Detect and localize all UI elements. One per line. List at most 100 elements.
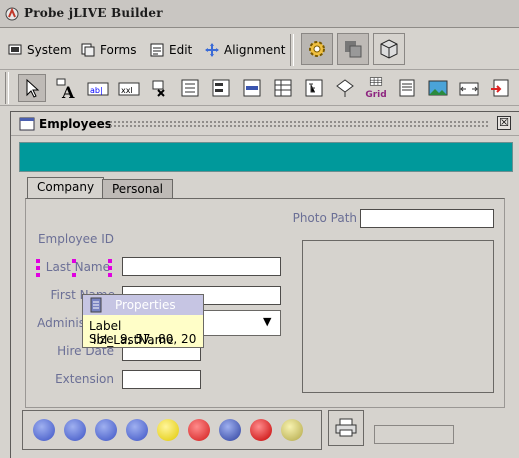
photo-path-field[interactable]: [360, 209, 494, 228]
document-tool[interactable]: [393, 74, 421, 102]
menu-forms[interactable]: Forms: [81, 40, 136, 60]
tooltip-label-key: Label: [89, 319, 122, 333]
table-icon: [274, 79, 292, 97]
selection-handle[interactable]: [36, 259, 40, 263]
svg-text:xxl: xxl: [121, 86, 133, 95]
grid-tool-label: Grid: [365, 89, 387, 100]
properties-tooltip: Properties Label lbl_LastName Size 9, 57,…: [82, 294, 204, 348]
selection-handle[interactable]: [72, 273, 76, 277]
menu-alignment-label: Alignment: [224, 43, 286, 57]
menu-separator: [290, 34, 294, 66]
tab-personal[interactable]: Personal: [102, 179, 174, 199]
delete-record-icon[interactable]: [188, 419, 210, 441]
last-name-label[interactable]: Last Name: [30, 260, 110, 274]
formatted-field-tool[interactable]: xxl: [115, 74, 143, 102]
employee-id-label: Employee ID: [37, 232, 114, 246]
system-icon: [8, 44, 22, 55]
tree-icon: [305, 79, 323, 97]
save-record-icon[interactable]: [219, 419, 241, 441]
combobox-icon: [212, 79, 230, 97]
grid-icon: [369, 76, 383, 86]
tooltip-size-value: 9, 57, 80, 20: [120, 332, 197, 346]
layers-button[interactable]: [337, 33, 369, 65]
selection-handle[interactable]: [36, 273, 40, 277]
chevron-down-icon[interactable]: ▼: [263, 315, 271, 328]
text-label-icon: A: [56, 78, 75, 99]
tag-icon: [336, 79, 354, 97]
tab-company[interactable]: Company: [27, 177, 105, 199]
menu-system-label: System: [27, 43, 72, 57]
component-button[interactable]: [373, 33, 405, 65]
grid-tool[interactable]: Grid: [362, 74, 390, 102]
gear-icon: [309, 41, 325, 57]
record-navigation-bar: [22, 410, 322, 450]
tooltip-title: Properties: [115, 298, 176, 312]
selection-handle[interactable]: [108, 273, 112, 277]
layers-icon: [345, 41, 362, 58]
listbox-tool[interactable]: [238, 74, 266, 102]
selection-handle[interactable]: [72, 259, 76, 263]
script-tool[interactable]: [486, 74, 514, 102]
image-tool[interactable]: [424, 74, 452, 102]
photo-path-label: Photo Path: [292, 211, 357, 225]
settings-button[interactable]: [301, 33, 333, 65]
svg-text:A: A: [61, 83, 75, 99]
admin-label: Adminis: [37, 316, 85, 330]
window-icon: [19, 117, 35, 131]
pointer-tool[interactable]: [18, 74, 46, 102]
menu-edit-label: Edit: [169, 43, 193, 57]
combo-tool[interactable]: [207, 74, 235, 102]
selection-handle[interactable]: [108, 266, 112, 270]
selection-handle[interactable]: [36, 266, 40, 270]
tabpane-tool[interactable]: [455, 74, 483, 102]
first-record-icon[interactable]: [33, 419, 55, 441]
header-band: [19, 142, 513, 172]
app-icon: [5, 7, 19, 21]
cancel-record-icon[interactable]: [250, 419, 272, 441]
menu-edit[interactable]: Edit: [150, 40, 192, 60]
list-icon: [181, 79, 199, 97]
add-record-icon[interactable]: [157, 419, 179, 441]
tooltip-size-row: Size 9, 57, 80, 20: [89, 332, 196, 346]
svg-text:ab|: ab|: [90, 86, 103, 95]
chart-tool[interactable]: [331, 74, 359, 102]
edit-icon: [150, 43, 164, 57]
window-title: Probe jLIVE Builder: [24, 6, 163, 20]
menu-alignment[interactable]: Alignment: [205, 40, 285, 60]
previous-record-icon[interactable]: [64, 419, 86, 441]
photo-box[interactable]: [302, 240, 494, 393]
close-icon[interactable]: ☒: [497, 116, 511, 130]
form-title-bar[interactable]: Employees ☒: [11, 112, 519, 136]
component-palette: A ab| xxl Grid: [0, 70, 519, 106]
tooltip-size-key: Size: [89, 332, 114, 346]
cursor-icon: [26, 78, 40, 98]
checkbox-tool[interactable]: [146, 74, 174, 102]
forms-icon: [81, 43, 95, 57]
cube-icon: [380, 39, 398, 59]
menu-bar: System Forms Edit Alignment: [0, 28, 519, 70]
extension-label: Extension: [55, 372, 114, 386]
form-title: Employees: [39, 117, 112, 131]
table-tool[interactable]: [269, 74, 297, 102]
textfield-tool[interactable]: ab|: [84, 74, 112, 102]
radio-tool[interactable]: [176, 74, 204, 102]
search-record-icon[interactable]: [281, 419, 303, 441]
menu-system[interactable]: System: [8, 40, 72, 60]
next-record-icon[interactable]: [95, 419, 117, 441]
tabpane-icon: [459, 82, 479, 96]
menu-forms-label: Forms: [100, 43, 137, 57]
toolbar-grip: [5, 72, 9, 104]
extension-field[interactable]: [122, 370, 201, 389]
selection-handle[interactable]: [108, 259, 112, 263]
print-button[interactable]: [328, 410, 364, 446]
script-icon: [491, 79, 509, 97]
document-icon: [399, 79, 415, 97]
label-tool[interactable]: A: [52, 74, 80, 102]
tree-tool[interactable]: [300, 74, 328, 102]
checkbox-icon: [152, 80, 165, 97]
last-name-field[interactable]: [122, 257, 281, 276]
title-bar: Probe jLIVE Builder: [0, 0, 519, 28]
last-record-icon[interactable]: [126, 419, 148, 441]
alignment-icon: [205, 43, 219, 57]
printer-icon: [335, 418, 357, 437]
